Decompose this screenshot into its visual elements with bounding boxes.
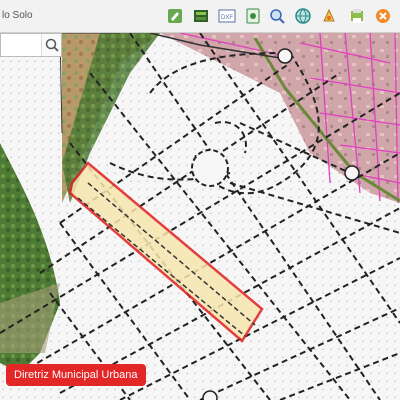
map-legend-label: Diretriz Municipal Urbana [6, 364, 146, 386]
search-bar [0, 33, 62, 57]
document-icon[interactable] [244, 7, 262, 25]
close-icon[interactable] [374, 7, 392, 25]
layers-icon[interactable] [192, 7, 210, 25]
roundabout-south [202, 390, 218, 400]
globe-icon[interactable] [294, 7, 312, 25]
paint-icon[interactable] [320, 7, 338, 25]
map-toolbar: lo Solo DXF [0, 0, 400, 33]
print-icon[interactable] [348, 7, 366, 25]
search-input[interactable] [1, 34, 41, 56]
svg-text:DXF: DXF [221, 15, 233, 21]
roundabout-east [344, 165, 360, 181]
search-icon [45, 38, 59, 52]
map-canvas[interactable]: Diretriz Municipal Urbana [0, 33, 400, 400]
search-zoom-icon[interactable] [268, 7, 286, 25]
scale-icon[interactable]: DXF [218, 7, 236, 25]
roundabout-center [191, 149, 229, 187]
edit-icon[interactable] [166, 7, 184, 25]
map-base [0, 33, 400, 400]
search-button[interactable] [41, 34, 61, 56]
app-title: lo Solo [2, 10, 33, 21]
roundabout-north [277, 48, 293, 64]
